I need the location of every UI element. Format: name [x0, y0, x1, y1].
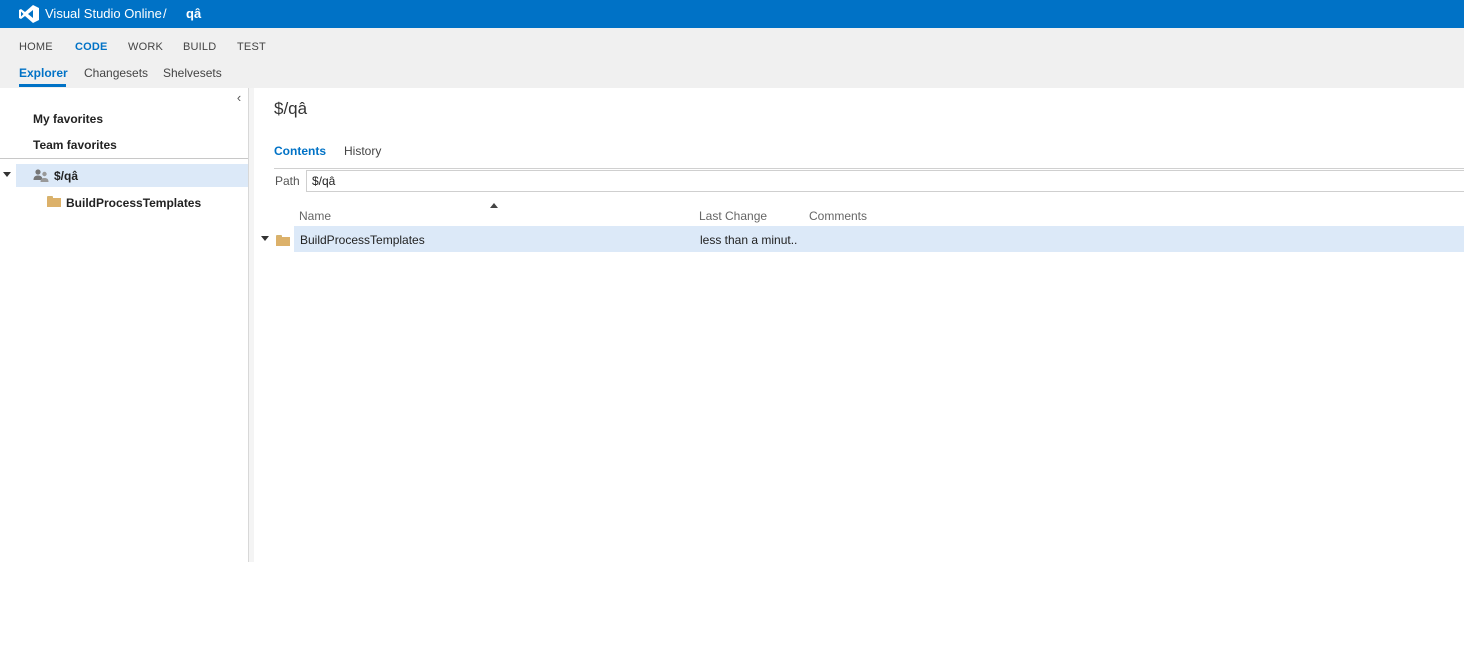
- top-bar: Visual Studio Online / qâ: [0, 0, 1464, 28]
- hub-tab-work[interactable]: WORK: [128, 41, 163, 53]
- hub-tab-code[interactable]: CODE: [75, 41, 108, 53]
- project-link[interactable]: qâ: [186, 6, 201, 21]
- column-header-comments[interactable]: Comments: [809, 209, 867, 223]
- breadcrumb-separator: /: [163, 6, 167, 21]
- sub-tab-explorer[interactable]: Explorer: [19, 66, 68, 80]
- tabs-divider: [274, 168, 1464, 169]
- hub-tab-build[interactable]: BUILD: [183, 41, 216, 53]
- page-title: $/qâ: [274, 99, 308, 118]
- tree-item-label: BuildProcessTemplates: [66, 196, 202, 210]
- left-pane: ‹ My favorites Team favorites $/qâ Build…: [0, 88, 249, 562]
- path-input[interactable]: [306, 170, 1464, 192]
- table-row[interactable]: [294, 226, 1464, 252]
- sub-tab-changesets[interactable]: Changesets: [84, 66, 148, 80]
- folder-icon: [47, 196, 61, 207]
- cell-name[interactable]: BuildProcessTemplates: [300, 233, 425, 247]
- tab-history[interactable]: History: [344, 144, 381, 158]
- path-label: Path: [275, 174, 300, 188]
- active-tab-underline: [19, 84, 66, 87]
- visual-studio-logo-icon[interactable]: [19, 5, 39, 23]
- cell-last-change: less than a minut..: [700, 233, 798, 247]
- brand-link[interactable]: Visual Studio Online: [45, 6, 162, 21]
- main-content: $/qâ Contents History Path Name Last Cha…: [254, 88, 1464, 562]
- tree-item-root[interactable]: $/qâ: [16, 164, 248, 187]
- tab-contents[interactable]: Contents: [274, 144, 326, 158]
- hub-tab-home[interactable]: HOME: [19, 41, 53, 53]
- sub-tab-shelvesets[interactable]: Shelvesets: [163, 66, 222, 80]
- team-project-icon: [33, 169, 49, 182]
- hub-bar: HOME CODE WORK BUILD TEST Explorer Chang…: [0, 28, 1464, 88]
- my-favorites[interactable]: My favorites: [33, 112, 103, 126]
- divider: [0, 158, 248, 159]
- hub-tab-test[interactable]: TEST: [237, 41, 266, 53]
- tree-expand-icon[interactable]: [3, 172, 11, 177]
- column-header-name[interactable]: Name: [299, 209, 331, 223]
- team-favorites[interactable]: Team favorites: [33, 138, 117, 152]
- collapse-pane-icon[interactable]: ‹: [232, 90, 246, 106]
- tree-item-root-label: $/qâ: [54, 169, 79, 183]
- column-header-last-change[interactable]: Last Change: [699, 209, 767, 223]
- folder-icon: [276, 235, 290, 246]
- sort-ascending-icon[interactable]: [490, 203, 498, 208]
- row-expand-icon[interactable]: [261, 236, 269, 241]
